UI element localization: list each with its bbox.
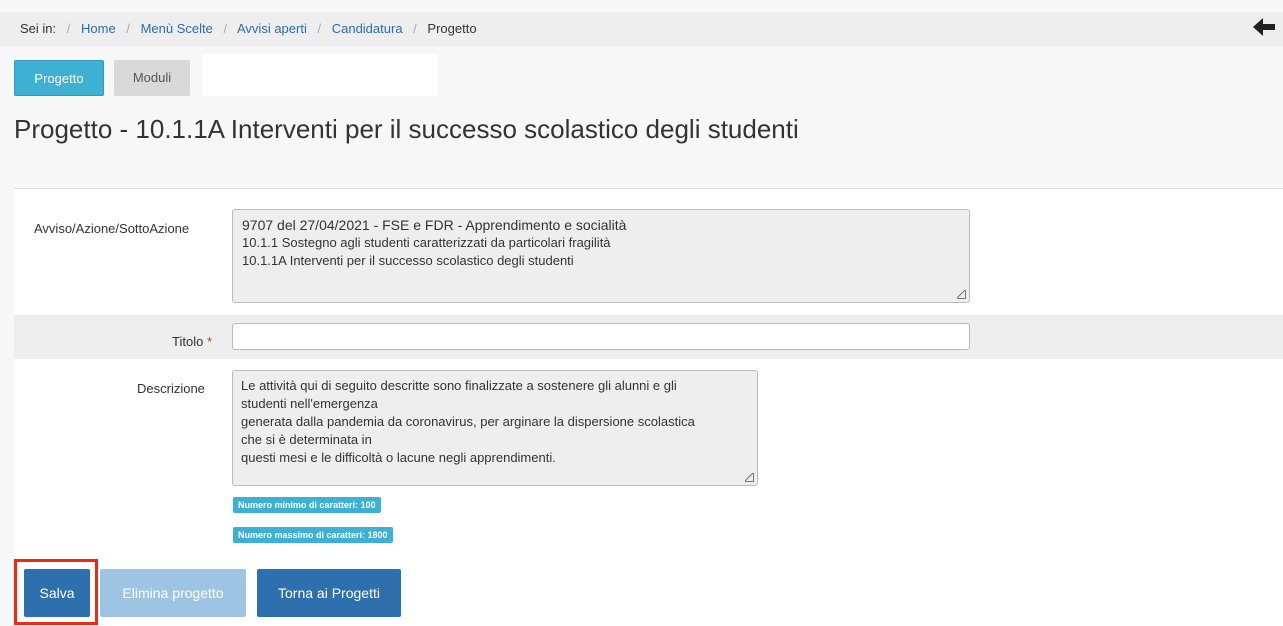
descrizione-line-3: generata dalla pandemia da coronavirus, … bbox=[241, 414, 695, 429]
descrizione-line-4: che si è determinata in bbox=[241, 432, 372, 447]
avviso-line-2: 10.1.1 Sostegno agli studenti caratteriz… bbox=[242, 235, 611, 250]
max-chars-badge: Numero massimo di caratteri: 1800 bbox=[233, 527, 393, 543]
breadcrumb-item-avvisi-aperti[interactable]: Avvisi aperti bbox=[237, 21, 307, 36]
descrizione-line-5: questi mesi e le difficoltà o lacune neg… bbox=[241, 450, 556, 465]
breadcrumb-separator: / bbox=[413, 21, 417, 36]
breadcrumb-item-candidatura[interactable]: Candidatura bbox=[332, 21, 403, 36]
descrizione-line-2: studenti nell'emergenza bbox=[241, 396, 378, 411]
breadcrumb-separator: / bbox=[317, 21, 322, 36]
project-form: Avviso/Azione/SottoAzione 9707 del 27/04… bbox=[14, 188, 1283, 626]
breadcrumb-separator: / bbox=[223, 21, 228, 36]
breadcrumb-separator: / bbox=[126, 21, 130, 36]
descrizione-line-1: Le attività qui di seguito descritte son… bbox=[241, 378, 677, 393]
page-title: Progetto - 10.1.1A Interventi per il suc… bbox=[14, 114, 799, 144]
min-chars-badge: Numero minimo di caratteri: 100 bbox=[233, 497, 381, 513]
breadcrumb: Sei in: / Home / Menù Scelte / Avvisi ap… bbox=[0, 12, 1283, 46]
resize-handle-icon[interactable] bbox=[745, 473, 754, 482]
save-button[interactable]: Salva bbox=[24, 569, 90, 617]
titolo-input[interactable] bbox=[232, 323, 970, 350]
delete-project-button[interactable]: Elimina progetto bbox=[100, 569, 246, 617]
required-mark: * bbox=[206, 334, 212, 349]
avviso-line-3: 10.1.1A Interventi per il successo scola… bbox=[242, 253, 574, 268]
titolo-label-text: Titolo bbox=[172, 334, 204, 349]
tab-bar-blank-area bbox=[202, 54, 438, 96]
descrizione-label: Descrizione bbox=[137, 381, 205, 396]
back-to-projects-button[interactable]: Torna ai Progetti bbox=[257, 569, 401, 617]
breadcrumb-separator: / bbox=[66, 21, 71, 36]
tab-moduli[interactable]: Moduli bbox=[114, 60, 190, 96]
arrow-left-icon[interactable] bbox=[1251, 14, 1277, 40]
tab-progetto[interactable]: Progetto bbox=[14, 60, 104, 96]
breadcrumb-item-progetto: Progetto bbox=[427, 21, 477, 36]
breadcrumb-item-home[interactable]: Home bbox=[81, 21, 116, 36]
breadcrumb-item-menu-scelte[interactable]: Menù Scelte bbox=[141, 21, 213, 36]
descrizione-textarea[interactable]: Le attività qui di seguito descritte son… bbox=[232, 370, 758, 486]
breadcrumb-prefix: Sei in: bbox=[20, 21, 57, 36]
titolo-label: Titolo * bbox=[172, 334, 212, 349]
resize-handle-icon[interactable] bbox=[957, 290, 966, 299]
avviso-label: Avviso/Azione/SottoAzione bbox=[34, 221, 190, 236]
avviso-line-1: 9707 del 27/04/2021 - FSE e FDR - Appren… bbox=[242, 217, 627, 233]
avviso-textarea[interactable]: 9707 del 27/04/2021 - FSE e FDR - Appren… bbox=[232, 209, 970, 303]
